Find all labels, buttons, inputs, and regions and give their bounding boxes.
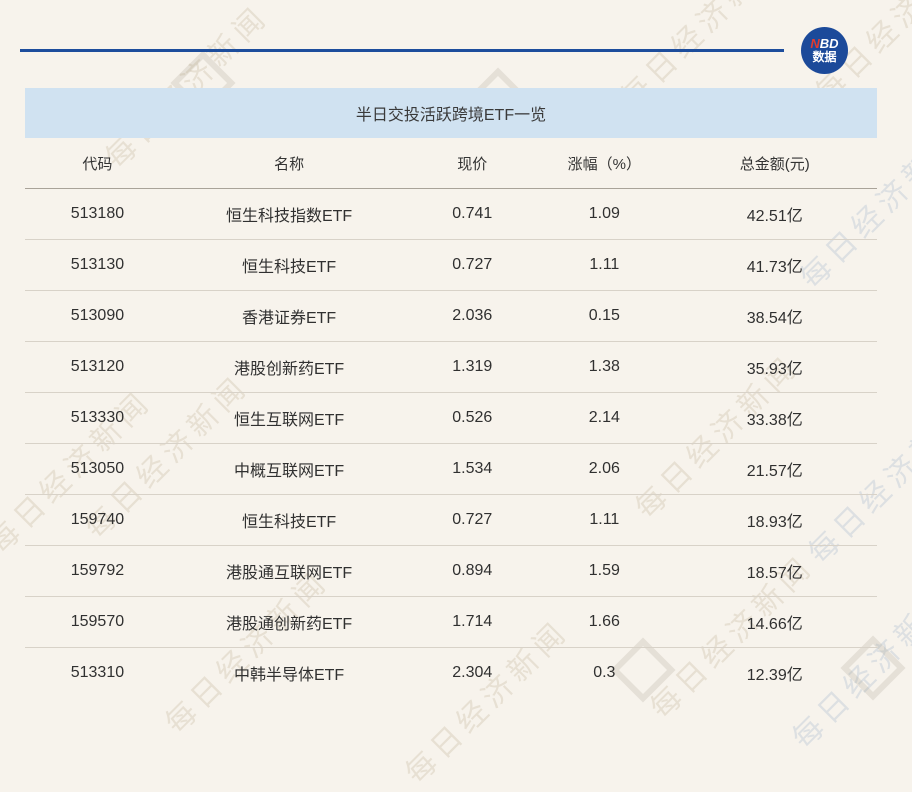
table-cell: 2.06 <box>536 460 672 478</box>
table-cell: 1.66 <box>536 613 672 631</box>
table-cell: 1.11 <box>536 511 672 529</box>
table-cell: 恒生科技ETF <box>170 508 409 532</box>
table-cell: 159792 <box>25 562 170 580</box>
table-cell: 513330 <box>25 409 170 427</box>
table-cell: 0.727 <box>408 511 536 529</box>
table-row: 159792港股通互联网ETF0.8941.5918.57亿 <box>25 546 877 597</box>
column-header: 总金额(元) <box>672 153 876 174</box>
table-cell: 中概互联网ETF <box>170 457 409 481</box>
table-cell: 18.57亿 <box>672 559 876 583</box>
table-cell: 港股通互联网ETF <box>170 559 409 583</box>
nbd-data-logo-icon: NBD 数据 <box>801 27 848 74</box>
table-body: 513180恒生科技指数ETF0.7411.0942.51亿513130恒生科技… <box>25 189 877 698</box>
table-cell: 港股创新药ETF <box>170 355 409 379</box>
etf-table: 半日交投活跃跨境ETF一览 代码名称现价涨幅（%）总金额(元) 513180恒生… <box>25 88 877 698</box>
table-cell: 1.534 <box>408 460 536 478</box>
table-row: 159570港股通创新药ETF1.7141.6614.66亿 <box>25 597 877 648</box>
table-cell: 恒生科技指数ETF <box>170 202 409 226</box>
table-row: 513330恒生互联网ETF0.5262.1433.38亿 <box>25 393 877 444</box>
table-cell: 0.894 <box>408 562 536 580</box>
table-cell: 12.39亿 <box>672 661 876 685</box>
table-cell: 513090 <box>25 307 170 325</box>
table-cell: 2.304 <box>408 664 536 682</box>
table-cell: 38.54亿 <box>672 304 876 328</box>
table-cell: 港股通创新药ETF <box>170 610 409 634</box>
column-header: 代码 <box>25 153 170 174</box>
table-cell: 1.59 <box>536 562 672 580</box>
table-title-bar: 半日交投活跃跨境ETF一览 <box>25 88 877 138</box>
table-cell: 0.741 <box>408 205 536 223</box>
table-row: 513180恒生科技指数ETF0.7411.0942.51亿 <box>25 189 877 240</box>
logo-nbd-text: NBD <box>810 37 838 51</box>
table-cell: 1.38 <box>536 358 672 376</box>
table-cell: 0.727 <box>408 256 536 274</box>
table-row: 159740恒生科技ETF0.7271.1118.93亿 <box>25 495 877 546</box>
table-cell: 513120 <box>25 358 170 376</box>
table-row: 513050中概互联网ETF1.5342.0621.57亿 <box>25 444 877 495</box>
brand-rule-line <box>20 49 784 52</box>
table-cell: 2.14 <box>536 409 672 427</box>
table-cell: 1.09 <box>536 205 672 223</box>
table-cell: 18.93亿 <box>672 508 876 532</box>
table-cell: 0.3 <box>536 664 672 682</box>
table-cell: 513180 <box>25 205 170 223</box>
column-header: 名称 <box>170 153 409 174</box>
table-row: 513130恒生科技ETF0.7271.1141.73亿 <box>25 240 877 291</box>
table-cell: 14.66亿 <box>672 610 876 634</box>
table-cell: 42.51亿 <box>672 202 876 226</box>
table-cell: 21.57亿 <box>672 457 876 481</box>
table-cell: 0.526 <box>408 409 536 427</box>
table-cell: 513130 <box>25 256 170 274</box>
table-header-row: 代码名称现价涨幅（%）总金额(元) <box>25 138 877 189</box>
table-cell: 35.93亿 <box>672 355 876 379</box>
table-cell: 513310 <box>25 664 170 682</box>
table-cell: 0.15 <box>536 307 672 325</box>
table-cell: 1.714 <box>408 613 536 631</box>
table-cell: 1.319 <box>408 358 536 376</box>
column-header: 涨幅（%） <box>536 153 672 174</box>
table-cell: 恒生互联网ETF <box>170 406 409 430</box>
column-header: 现价 <box>408 153 536 174</box>
table-cell: 中韩半导体ETF <box>170 661 409 685</box>
table-row: 513310中韩半导体ETF2.3040.312.39亿 <box>25 648 877 698</box>
table-cell: 159570 <box>25 613 170 631</box>
table-cell: 恒生科技ETF <box>170 253 409 277</box>
logo-subtitle: 数据 <box>812 51 836 64</box>
table-cell: 41.73亿 <box>672 253 876 277</box>
table-cell: 513050 <box>25 460 170 478</box>
table-cell: 香港证券ETF <box>170 304 409 328</box>
table-row: 513090香港证券ETF2.0360.1538.54亿 <box>25 291 877 342</box>
table-cell: 33.38亿 <box>672 406 876 430</box>
table-cell: 1.11 <box>536 256 672 274</box>
table-cell: 159740 <box>25 511 170 529</box>
table-row: 513120港股创新药ETF1.3191.3835.93亿 <box>25 342 877 393</box>
table-cell: 2.036 <box>408 307 536 325</box>
